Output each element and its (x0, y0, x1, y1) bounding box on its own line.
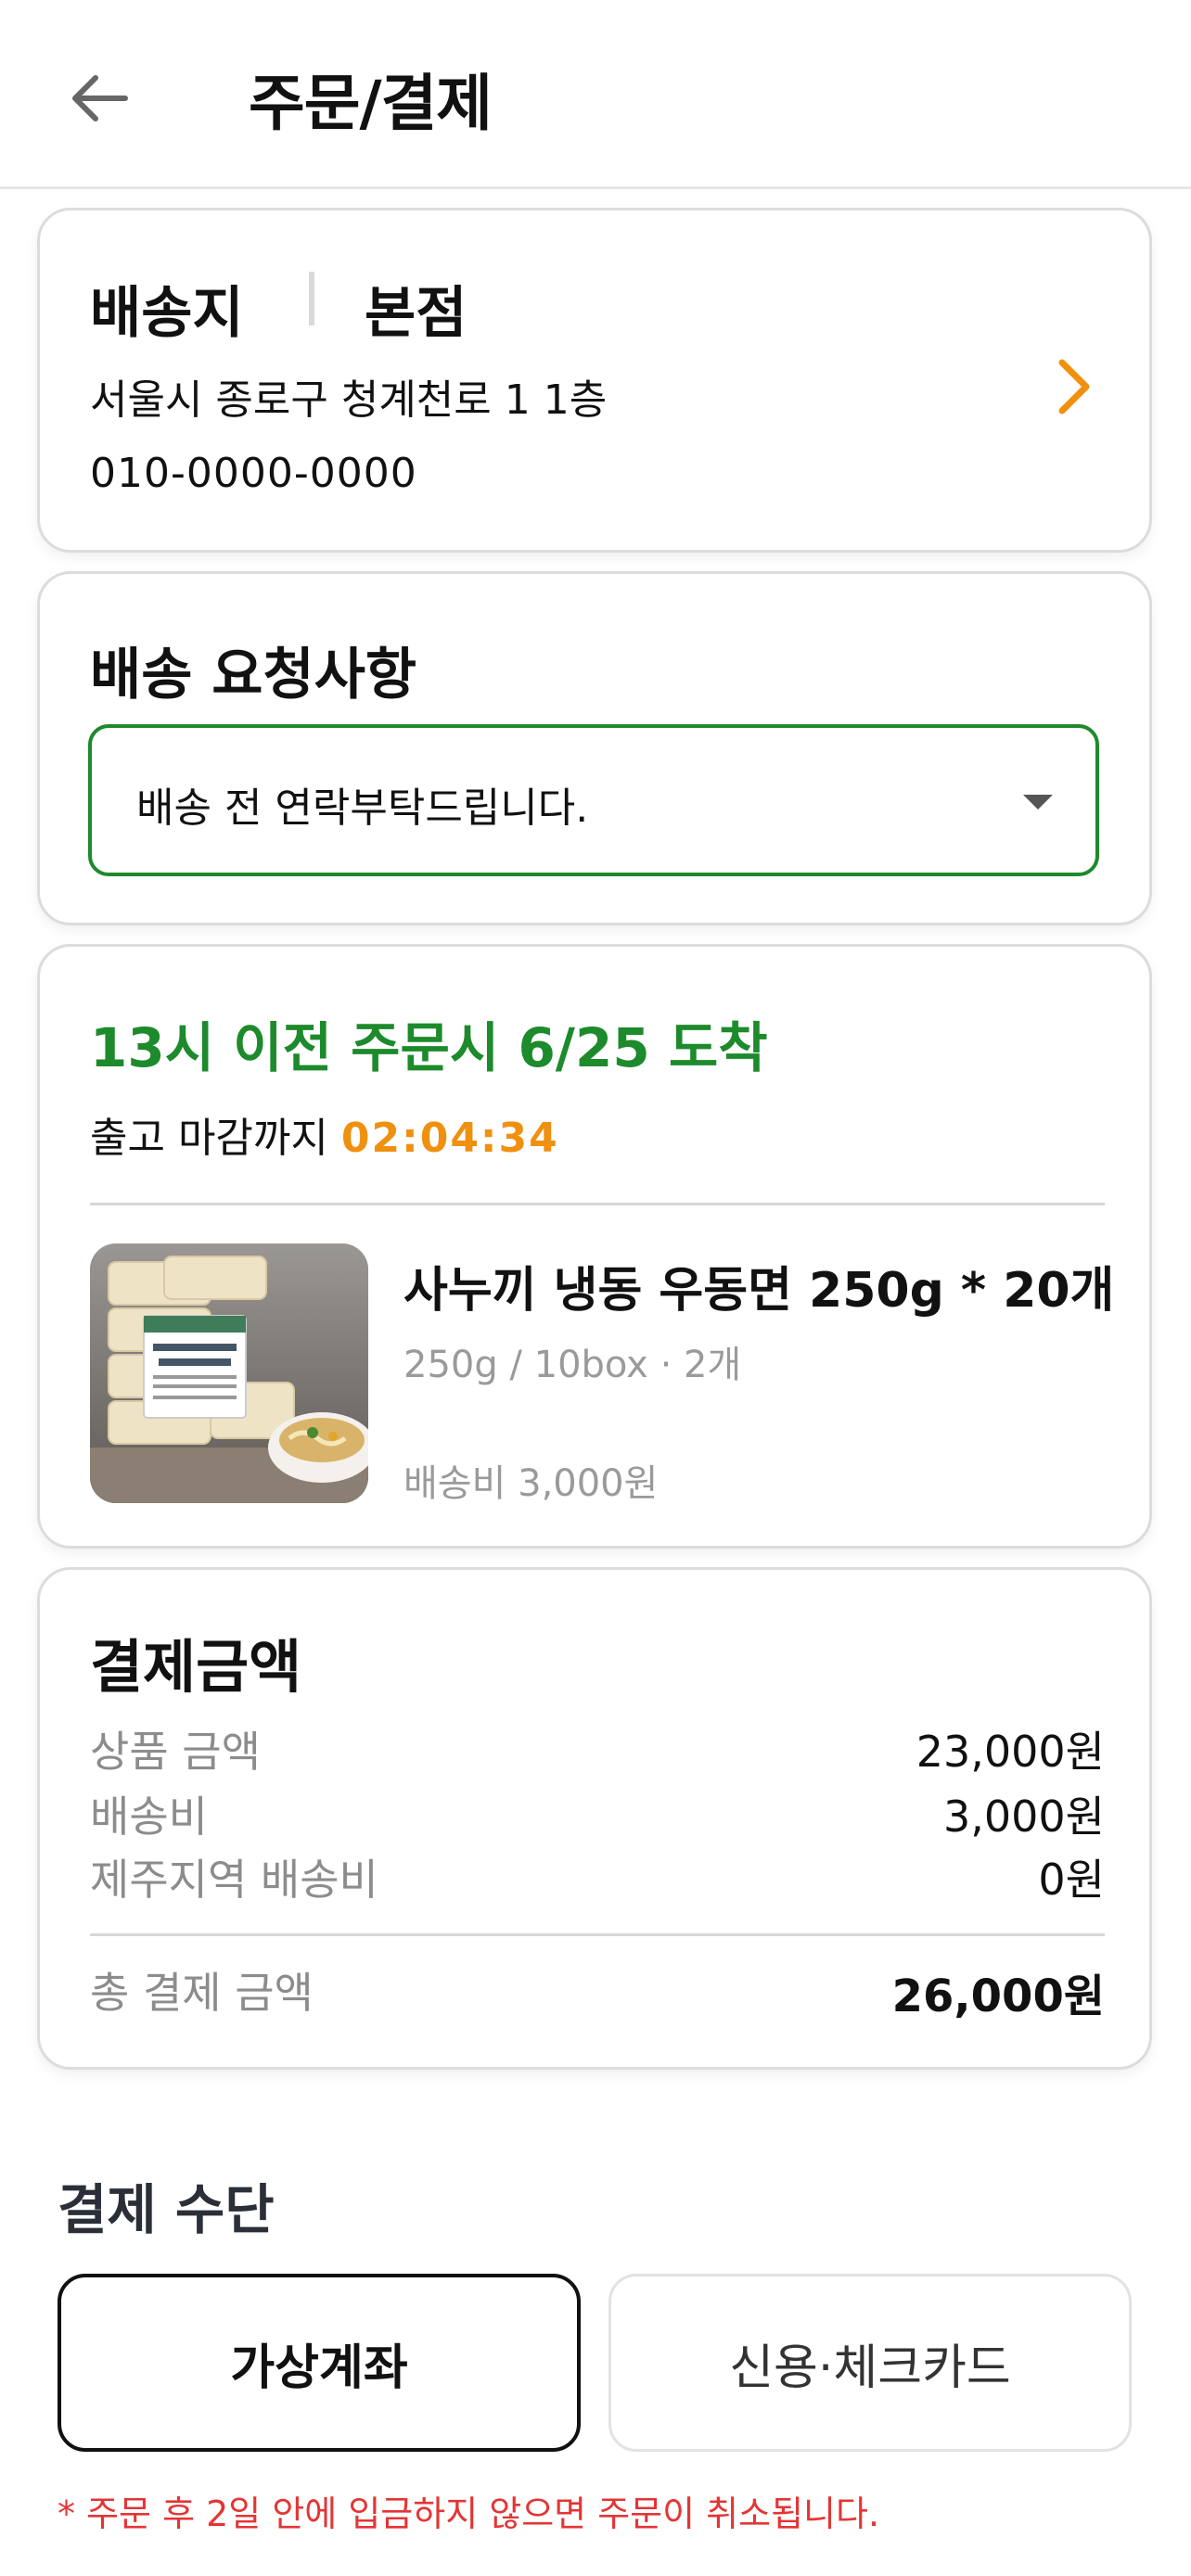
payment-total-value: 26,000원 (891, 1970, 1105, 2022)
product-option: 250g / 10box · 2개 (403, 1344, 742, 1386)
cutoff-timer: 02:04:34 (340, 1115, 559, 1162)
payment-row-value: 0원 (1038, 1855, 1105, 1905)
product-shipping-fee: 배송비 3,000원 (403, 1462, 659, 1505)
payment-title: 결제금액 (90, 1633, 302, 1701)
delivery-request-card: 배송 요청사항 배송 전 연락부탁드립니다. (37, 571, 1152, 925)
address-card[interactable]: 배송지 본점 서울시 종로구 청계천로 1 1층 010-0000-0000 (37, 208, 1152, 553)
payment-method-title: 결제 수단 (58, 2178, 275, 2241)
payment-row: 상품 금액 23,000원 (90, 1718, 1105, 1777)
payment-row-label: 제주지역 배송비 (90, 1855, 378, 1905)
payment-row: 제주지역 배송비 0원 (90, 1846, 1105, 1905)
payment-row: 배송비 3,000원 (90, 1783, 1105, 1842)
cutoff-row: 출고 마감까지 02:04:34 (90, 1104, 559, 1164)
udon-product-image[interactable] (90, 1243, 368, 1503)
product-name[interactable]: 사누끼 냉동 우동면 250g * 20개 (403, 1251, 1118, 1320)
divider (90, 1933, 1105, 1936)
shipping-card: 13시 이전 주문시 6/25 도착 출고 마감까지 02:04:34 사누끼 … (37, 944, 1152, 1549)
address-line: 서울시 종로구 청계천로 1 1층 (90, 376, 608, 424)
virtual-account-button[interactable]: 가상계좌 (58, 2274, 581, 2452)
delivery-request-title: 배송 요청사항 (90, 643, 417, 708)
address-phone: 010-0000-0000 (90, 450, 417, 497)
payment-row-label: 상품 금액 (90, 1727, 261, 1777)
page-title: 주문/결제 (249, 68, 493, 139)
chevron-right-icon[interactable] (1045, 350, 1101, 424)
delivery-request-value: 배송 전 연락부탁드립니다. (136, 784, 589, 832)
cutoff-label: 출고 마감까지 (90, 1115, 328, 1162)
delivery-request-select[interactable]: 배송 전 연락부탁드립니다. (88, 724, 1099, 876)
payment-total-row: 총 결제 금액 26,000원 (90, 1959, 1105, 2022)
address-label: 배송지 (90, 281, 244, 346)
payment-notice: * 주문 후 2일 안에 입금하지 않으면 주문이 취소됩니다. (58, 2493, 880, 2534)
divider (90, 1203, 1105, 1205)
caret-down-icon (1023, 795, 1053, 810)
arrival-estimate: 13시 이전 주문시 6/25 도착 (90, 1016, 768, 1079)
payment-total-label: 총 결제 금액 (90, 1968, 314, 2018)
payment-row-value: 23,000원 (916, 1727, 1105, 1777)
address-divider (309, 272, 314, 325)
back-button[interactable] (58, 61, 141, 135)
address-name: 본점 (365, 281, 467, 346)
payment-summary-card: 결제금액 상품 금액 23,000원 배송비 3,000원 제주지역 배송비 0… (37, 1567, 1152, 2070)
back-arrow-icon (72, 75, 128, 121)
card-payment-button[interactable]: 신용·체크카드 (608, 2274, 1132, 2452)
app-header: 주문/결제 (0, 0, 1191, 189)
payment-row-label: 배송비 (90, 1792, 208, 1842)
payment-row-value: 3,000원 (942, 1792, 1105, 1842)
